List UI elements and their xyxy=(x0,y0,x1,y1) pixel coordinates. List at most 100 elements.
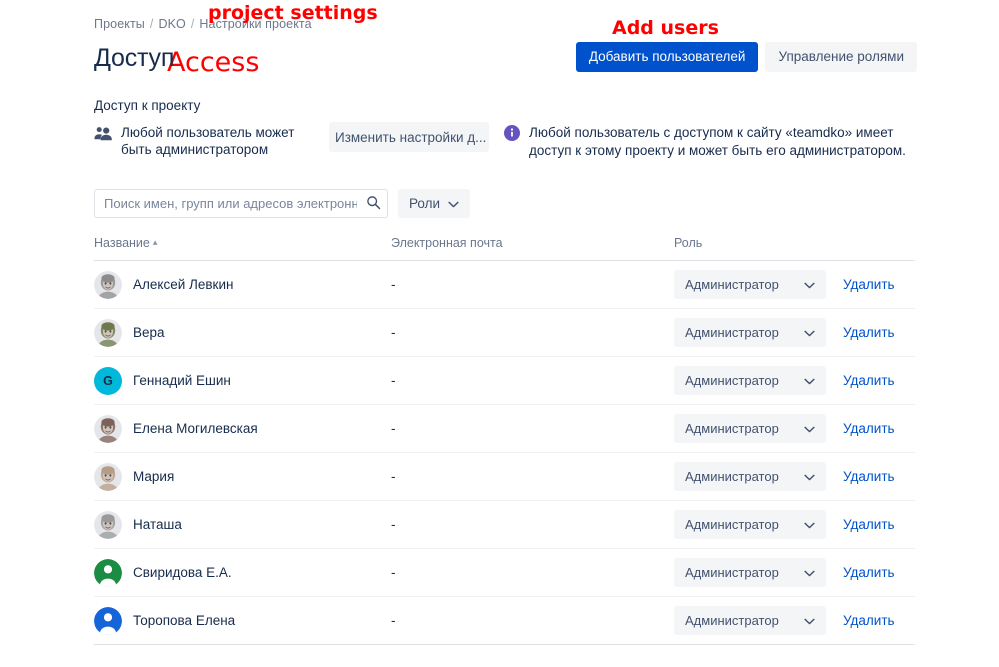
members-table: Название ▴ Электронная почта Роль Алексей… xyxy=(94,236,915,645)
member-email: - xyxy=(391,517,396,532)
chevron-down-icon xyxy=(804,373,815,388)
member-name-cell: Алексей Левкин xyxy=(94,261,233,308)
member-name-cell: Торопова Елена xyxy=(94,597,235,644)
remove-member-link[interactable]: Удалить xyxy=(843,421,895,436)
search-input[interactable] xyxy=(94,189,388,218)
member-role-cell: Администратор Удалить xyxy=(674,453,895,500)
member-email: - xyxy=(391,325,396,340)
table-header: Название ▴ Электронная почта Роль xyxy=(94,236,915,261)
breadcrumb-item-project-settings[interactable]: Настройки проекта xyxy=(199,17,311,31)
avatar xyxy=(94,414,122,443)
project-access-row: Любой пользователь может быть администра… xyxy=(94,122,924,168)
chevron-down-icon xyxy=(804,613,815,628)
table-row: Елена Могилевская - Администратор Удалить xyxy=(94,405,915,453)
column-header-name[interactable]: Название ▴ xyxy=(94,236,157,250)
member-name-cell: G Геннадий Ешин xyxy=(94,357,231,404)
member-name-cell: Елена Могилевская xyxy=(94,405,258,452)
role-dropdown-value: Администратор xyxy=(685,613,779,628)
chevron-down-icon xyxy=(804,277,815,292)
table-row: Торопова Елена - Администратор Удалить xyxy=(94,597,915,645)
member-email: - xyxy=(391,277,396,292)
avatar xyxy=(94,270,122,299)
page-title: Доступ xyxy=(94,44,175,72)
add-users-button[interactable]: Добавить пользователей xyxy=(575,42,759,72)
remove-member-link[interactable]: Удалить xyxy=(843,565,895,580)
roles-filter-button[interactable]: Роли xyxy=(398,189,471,218)
access-settings-page: Проекты / DKO / Настройки проекта project se… xyxy=(0,0,999,667)
manage-roles-button[interactable]: Управление ролями xyxy=(765,42,917,72)
role-dropdown[interactable]: Администратор xyxy=(674,558,826,587)
role-dropdown-value: Администратор xyxy=(685,517,779,532)
page-actions: Добавить пользователей Управление ролями xyxy=(575,42,917,72)
sort-ascending-icon: ▴ xyxy=(152,237,158,247)
table-row: Алексей Левкин - Администратор Удалить xyxy=(94,261,915,309)
member-role-cell: Администратор Удалить xyxy=(674,549,895,596)
role-dropdown-value: Администратор xyxy=(685,277,779,292)
role-dropdown[interactable]: Администратор xyxy=(674,606,826,635)
project-access-summary: Любой пользователь может быть администра… xyxy=(94,124,309,158)
role-dropdown-value: Администратор xyxy=(685,469,779,484)
role-dropdown[interactable]: Администратор xyxy=(674,510,826,539)
member-name: Мария xyxy=(133,469,175,484)
table-row: G Геннадий Ешин - Администратор Удалить xyxy=(94,357,915,405)
role-dropdown[interactable]: Администратор xyxy=(674,270,826,299)
column-header-email[interactable]: Электронная почта xyxy=(391,236,503,250)
remove-member-link[interactable]: Удалить xyxy=(843,613,895,628)
avatar xyxy=(94,558,122,587)
role-dropdown[interactable]: Администратор xyxy=(674,414,826,443)
annotation-add-users: Add users xyxy=(612,17,719,39)
role-dropdown-value: Администратор xyxy=(685,565,779,580)
search-field xyxy=(94,189,388,218)
annotation-access: Access xyxy=(167,47,260,78)
member-name: Вера xyxy=(133,325,165,340)
remove-member-link[interactable]: Удалить xyxy=(843,373,895,388)
remove-member-link[interactable]: Удалить xyxy=(843,325,895,340)
table-row: Свиридова Е.А. - Администратор Удалить xyxy=(94,549,915,597)
people-icon xyxy=(94,126,112,146)
project-access-info: Любой пользователь с доступом к сайту «t… xyxy=(504,124,924,160)
chevron-down-icon xyxy=(448,196,459,211)
info-icon xyxy=(504,125,520,160)
table-body: Алексей Левкин - Администратор Удалить Вера -… xyxy=(94,261,915,645)
member-role-cell: Администратор Удалить xyxy=(674,261,895,308)
search-icon[interactable] xyxy=(366,195,381,215)
member-name-cell: Свиридова Е.А. xyxy=(94,549,232,596)
column-header-role[interactable]: Роль xyxy=(674,236,702,250)
role-dropdown[interactable]: Администратор xyxy=(674,318,826,347)
remove-member-link[interactable]: Удалить xyxy=(843,469,895,484)
member-name: Наташа xyxy=(133,517,182,532)
avatar xyxy=(94,606,122,635)
remove-member-link[interactable]: Удалить xyxy=(843,517,895,532)
role-dropdown[interactable]: Администратор xyxy=(674,462,826,491)
table-row: Мария - Администратор Удалить xyxy=(94,453,915,501)
role-dropdown-value: Администратор xyxy=(685,373,779,388)
roles-filter-label: Роли xyxy=(409,196,441,211)
member-role-cell: Администратор Удалить xyxy=(674,501,895,548)
chevron-down-icon xyxy=(804,325,815,340)
column-header-name-label: Название xyxy=(94,236,150,250)
section-label-project-access: Доступ к проекту xyxy=(94,98,201,113)
chevron-down-icon xyxy=(804,421,815,436)
role-dropdown[interactable]: Администратор xyxy=(674,366,826,395)
member-role-cell: Администратор Удалить xyxy=(674,597,895,644)
remove-member-link[interactable]: Удалить xyxy=(843,277,895,292)
change-access-settings-button[interactable]: Изменить настройки д... xyxy=(329,122,489,152)
role-dropdown-value: Администратор xyxy=(685,325,779,340)
member-name: Елена Могилевская xyxy=(133,421,258,436)
breadcrumb-item-projects[interactable]: Проекты xyxy=(94,17,145,31)
project-access-summary-text: Любой пользователь может быть администра… xyxy=(121,125,295,157)
member-name-cell: Вера xyxy=(94,309,165,356)
breadcrumb-separator: / xyxy=(190,17,195,31)
member-name: Торопова Елена xyxy=(133,613,236,628)
table-row: Вера - Администратор Удалить xyxy=(94,309,915,357)
member-role-cell: Администратор Удалить xyxy=(674,405,895,452)
avatar xyxy=(94,462,122,491)
avatar-initial: G xyxy=(103,373,113,388)
member-role-cell: Администратор Удалить xyxy=(674,309,895,356)
member-email: - xyxy=(391,565,396,580)
breadcrumb-separator: / xyxy=(149,17,154,31)
member-name-cell: Наташа xyxy=(94,501,182,548)
breadcrumb-item-dko[interactable]: DKO xyxy=(158,17,185,31)
role-dropdown-value: Администратор xyxy=(685,421,779,436)
filter-bar: Роли xyxy=(94,189,471,218)
